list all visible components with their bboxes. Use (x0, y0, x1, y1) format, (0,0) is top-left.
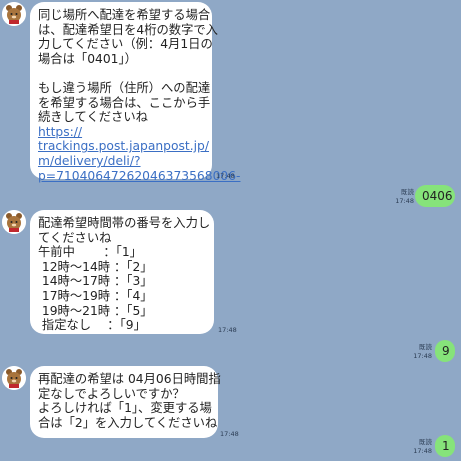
message-time: 17:48 (218, 326, 237, 334)
message-line: 力してください（例：4月1日の (38, 37, 213, 52)
read-receipt: 既読 (419, 438, 432, 446)
message-line: 定なしでよろしいですか？ (38, 386, 185, 401)
message-line: 14時～17時 ：「3」 (38, 274, 153, 289)
message-time: 17:48 (413, 352, 432, 360)
bot-avatar-icon[interactable] (2, 210, 26, 234)
message-line: 12時～14時 ：「2」 (38, 259, 153, 274)
message-line: 同じ場所へ配達を希望する場合 (38, 8, 211, 22)
read-receipt: 既読 (419, 343, 432, 351)
delivery-link[interactable]: https:// (38, 125, 204, 140)
outgoing-message-2: 0406 (415, 185, 455, 207)
message-line: 場合は「0401」） (38, 51, 137, 66)
message-line: 19時～21時 ：「5」 (38, 303, 153, 318)
message-line: は、配達希望日を4桁の数字で入 (38, 22, 218, 37)
incoming-message-1: 同じ場所へ配達を希望する場合 は、配達希望日を4桁の数字で入 力してください（例… (30, 2, 241, 183)
outgoing-message-6: 1 (435, 435, 455, 457)
message-gap (38, 66, 204, 81)
message-line: 17時～19時 ：「4」 (38, 288, 153, 303)
message-time: 17:48 (220, 430, 239, 438)
delivery-link[interactable]: p=71040647262046373568006- (38, 169, 241, 184)
read-receipt: 既読 (401, 188, 414, 196)
message-line: 指定なし ：「9」 (38, 318, 146, 333)
outgoing-message-4: 9 (435, 340, 455, 362)
incoming-message-3: 配達希望時間帯の番号を入力し てくださいね 午前中 ：「1」 12時～14時 ：… (30, 210, 214, 334)
message-line: 配達希望時間帯の番号を入力し (38, 216, 211, 230)
message-line: 午前中 ：「1」 (38, 245, 142, 260)
message-time: 17:48 (216, 172, 235, 180)
bot-avatar-icon[interactable] (2, 2, 26, 26)
message-line: もし違う場所（住所）への配達 (38, 80, 211, 95)
incoming-message-5: 再配達の希望は 04月06日時間指 定なしでよろしいですか？ よろしければ「1」… (30, 366, 221, 438)
message-time: 17:48 (413, 447, 432, 455)
message-line: てくださいね (38, 230, 112, 245)
delivery-link[interactable]: m/delivery/deli/? (38, 154, 204, 169)
message-line: 続きしてくださいね (38, 110, 148, 125)
message-line: を希望する場合は、ここから手 (38, 95, 211, 110)
message-line: 再配達の希望は 04月06日時間指 (38, 372, 221, 386)
bot-avatar-icon[interactable] (2, 366, 26, 390)
message-line: よろしければ「1」、変更する場 (38, 401, 212, 416)
chat-screen: { "messages": [ { "lines": [ "同じ場所へ配達を希望… (0, 0, 461, 461)
message-line: 合は「2」を入力してくださいね (38, 415, 218, 430)
delivery-link[interactable]: trackings.post.japanpost.jp/ (38, 139, 209, 154)
message-time: 17:48 (395, 197, 414, 205)
